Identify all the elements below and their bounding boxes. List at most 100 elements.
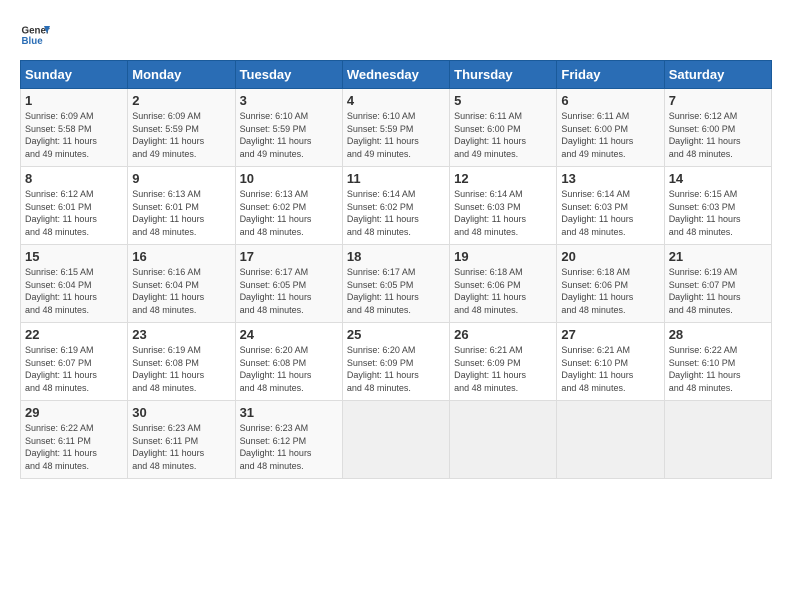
day-info: Sunrise: 6:10 AMSunset: 5:59 PMDaylight:… — [240, 110, 338, 160]
day-header-monday: Monday — [128, 61, 235, 89]
day-number: 27 — [561, 327, 659, 342]
day-info: Sunrise: 6:21 AMSunset: 6:10 PMDaylight:… — [561, 344, 659, 394]
day-info: Sunrise: 6:14 AMSunset: 6:03 PMDaylight:… — [454, 188, 552, 238]
calendar-cell: 18 Sunrise: 6:17 AMSunset: 6:05 PMDayligh… — [342, 245, 449, 323]
day-number: 19 — [454, 249, 552, 264]
day-info: Sunrise: 6:14 AMSunset: 6:02 PMDaylight:… — [347, 188, 445, 238]
calendar-cell: 8Sunrise: 6:12 AMSunset: 6:01 PMDaylight… — [21, 167, 128, 245]
day-number: 21 — [669, 249, 767, 264]
day-info: Sunrise: 6:23 AMSunset: 6:11 PMDaylight:… — [132, 422, 230, 472]
week-row-1: 8Sunrise: 6:12 AMSunset: 6:01 PMDaylight… — [21, 167, 772, 245]
day-info: Sunrise: 6:12 AMSunset: 6:01 PMDaylight:… — [25, 188, 123, 238]
calendar-cell: 24 Sunrise: 6:20 AMSunset: 6:08 PMDayligh… — [235, 323, 342, 401]
day-info: Sunrise: 6:20 AMSunset: 6:08 PMDaylight:… — [240, 344, 338, 394]
day-header-sunday: Sunday — [21, 61, 128, 89]
calendar-cell: 23 Sunrise: 6:19 AMSunset: 6:08 PMDayligh… — [128, 323, 235, 401]
calendar-cell — [664, 401, 771, 479]
calendar-cell: 25Sunrise: 6:20 AMSunset: 6:09 PMDayligh… — [342, 323, 449, 401]
calendar-cell: 3Sunrise: 6:10 AMSunset: 5:59 PMDaylight… — [235, 89, 342, 167]
day-info: Sunrise: 6:18 AMSunset: 6:06 PMDaylight:… — [561, 266, 659, 316]
day-info: Sunrise: 6:11 AMSunset: 6:00 PMDaylight:… — [454, 110, 552, 160]
day-info: Sunrise: 6:13 AMSunset: 6:02 PMDaylight:… — [240, 188, 338, 238]
week-row-3: 22 Sunrise: 6:19 AMSunset: 6:07 PMDayligh… — [21, 323, 772, 401]
calendar-cell: 12 Sunrise: 6:14 AMSunset: 6:03 PMDayligh… — [450, 167, 557, 245]
calendar-cell: 15Sunrise: 6:15 AMSunset: 6:04 PMDayligh… — [21, 245, 128, 323]
day-number: 22 — [25, 327, 123, 342]
day-info: Sunrise: 6:17 AMSunset: 6:05 PMDaylight:… — [347, 266, 445, 316]
day-number: 7 — [669, 93, 767, 108]
calendar-cell — [557, 401, 664, 479]
calendar-table: SundayMondayTuesdayWednesdayThursdayFrid… — [20, 60, 772, 479]
calendar-cell: 6 Sunrise: 6:11 AMSunset: 6:00 PMDaylight… — [557, 89, 664, 167]
day-number: 31 — [240, 405, 338, 420]
day-number: 11 — [347, 171, 445, 186]
day-number: 15 — [25, 249, 123, 264]
day-info: Sunrise: 6:09 AMSunset: 5:59 PMDaylight:… — [132, 110, 230, 160]
svg-text:Blue: Blue — [22, 36, 44, 47]
calendar-cell: 29 Sunrise: 6:22 AMSunset: 6:11 PMDayligh… — [21, 401, 128, 479]
calendar-cell: 14Sunrise: 6:15 AMSunset: 6:03 PMDayligh… — [664, 167, 771, 245]
day-number: 18 — [347, 249, 445, 264]
day-info: Sunrise: 6:14 AMSunset: 6:03 PMDaylight:… — [561, 188, 659, 238]
day-info: Sunrise: 6:19 AMSunset: 6:07 PMDaylight:… — [669, 266, 767, 316]
day-info: Sunrise: 6:16 AMSunset: 6:04 PMDaylight:… — [132, 266, 230, 316]
day-info: Sunrise: 6:10 AMSunset: 5:59 PMDaylight:… — [347, 110, 445, 160]
day-number: 9 — [132, 171, 230, 186]
day-number: 1 — [25, 93, 123, 108]
calendar-cell — [342, 401, 449, 479]
calendar-cell — [450, 401, 557, 479]
day-number: 26 — [454, 327, 552, 342]
day-number: 25 — [347, 327, 445, 342]
day-info: Sunrise: 6:19 AMSunset: 6:08 PMDaylight:… — [132, 344, 230, 394]
day-number: 4 — [347, 93, 445, 108]
week-row-2: 15Sunrise: 6:15 AMSunset: 6:04 PMDayligh… — [21, 245, 772, 323]
day-number: 29 — [25, 405, 123, 420]
day-info: Sunrise: 6:22 AMSunset: 6:10 PMDaylight:… — [669, 344, 767, 394]
calendar-cell: 28 Sunrise: 6:22 AMSunset: 6:10 PMDayligh… — [664, 323, 771, 401]
calendar-cell: 30 Sunrise: 6:23 AMSunset: 6:11 PMDayligh… — [128, 401, 235, 479]
calendar-cell: 22 Sunrise: 6:19 AMSunset: 6:07 PMDayligh… — [21, 323, 128, 401]
calendar-cell: 2Sunrise: 6:09 AMSunset: 5:59 PMDaylight… — [128, 89, 235, 167]
logo: General Blue — [20, 20, 50, 50]
day-number: 17 — [240, 249, 338, 264]
days-header-row: SundayMondayTuesdayWednesdayThursdayFrid… — [21, 61, 772, 89]
day-info: Sunrise: 6:22 AMSunset: 6:11 PMDaylight:… — [25, 422, 123, 472]
calendar-cell: 5 Sunrise: 6:11 AMSunset: 6:00 PMDaylight… — [450, 89, 557, 167]
calendar-cell: 20 Sunrise: 6:18 AMSunset: 6:06 PMDayligh… — [557, 245, 664, 323]
calendar-cell: 27 Sunrise: 6:21 AMSunset: 6:10 PMDayligh… — [557, 323, 664, 401]
day-info: Sunrise: 6:17 AMSunset: 6:05 PMDaylight:… — [240, 266, 338, 316]
day-header-friday: Friday — [557, 61, 664, 89]
day-info: Sunrise: 6:19 AMSunset: 6:07 PMDaylight:… — [25, 344, 123, 394]
page-header: General Blue — [20, 20, 772, 50]
day-info: Sunrise: 6:11 AMSunset: 6:00 PMDaylight:… — [561, 110, 659, 160]
day-header-saturday: Saturday — [664, 61, 771, 89]
day-number: 28 — [669, 327, 767, 342]
day-number: 12 — [454, 171, 552, 186]
day-number: 20 — [561, 249, 659, 264]
day-number: 10 — [240, 171, 338, 186]
calendar-cell: 9 Sunrise: 6:13 AMSunset: 6:01 PMDaylight… — [128, 167, 235, 245]
week-row-0: 1Sunrise: 6:09 AMSunset: 5:58 PMDaylight… — [21, 89, 772, 167]
calendar-cell: 4 Sunrise: 6:10 AMSunset: 5:59 PMDaylight… — [342, 89, 449, 167]
day-number: 24 — [240, 327, 338, 342]
day-info: Sunrise: 6:13 AMSunset: 6:01 PMDaylight:… — [132, 188, 230, 238]
calendar-cell: 17 Sunrise: 6:17 AMSunset: 6:05 PMDayligh… — [235, 245, 342, 323]
calendar-cell: 13 Sunrise: 6:14 AMSunset: 6:03 PMDayligh… — [557, 167, 664, 245]
logo-icon: General Blue — [20, 20, 50, 50]
day-number: 30 — [132, 405, 230, 420]
day-number: 6 — [561, 93, 659, 108]
day-number: 14 — [669, 171, 767, 186]
day-info: Sunrise: 6:18 AMSunset: 6:06 PMDaylight:… — [454, 266, 552, 316]
day-info: Sunrise: 6:23 AMSunset: 6:12 PMDaylight:… — [240, 422, 338, 472]
day-number: 13 — [561, 171, 659, 186]
day-number: 5 — [454, 93, 552, 108]
day-number: 16 — [132, 249, 230, 264]
day-number: 23 — [132, 327, 230, 342]
calendar-cell: 19 Sunrise: 6:18 AMSunset: 6:06 PMDayligh… — [450, 245, 557, 323]
week-row-4: 29 Sunrise: 6:22 AMSunset: 6:11 PMDayligh… — [21, 401, 772, 479]
day-info: Sunrise: 6:12 AMSunset: 6:00 PMDaylight:… — [669, 110, 767, 160]
calendar-cell: 1Sunrise: 6:09 AMSunset: 5:58 PMDaylight… — [21, 89, 128, 167]
calendar-cell: 10 Sunrise: 6:13 AMSunset: 6:02 PMDayligh… — [235, 167, 342, 245]
calendar-cell: 7 Sunrise: 6:12 AMSunset: 6:00 PMDaylight… — [664, 89, 771, 167]
day-header-thursday: Thursday — [450, 61, 557, 89]
